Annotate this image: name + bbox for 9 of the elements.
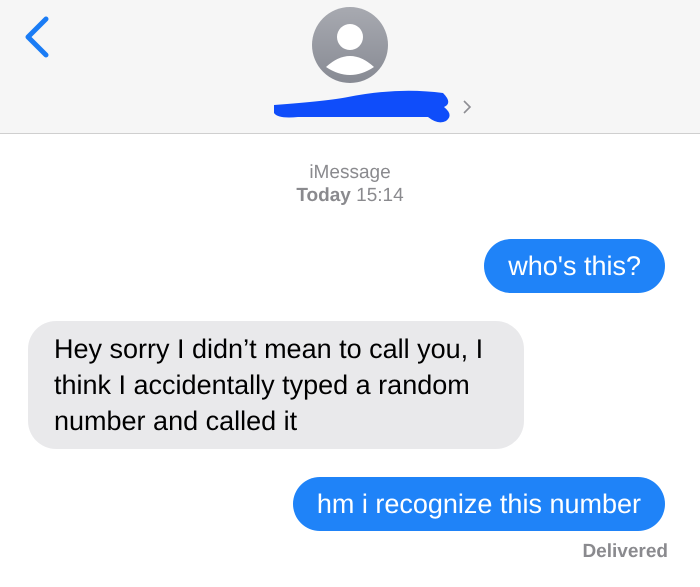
timestamp: Today 15:14 <box>295 184 405 207</box>
chevron-icon[interactable] <box>462 99 472 115</box>
sent-message-bubble: hm i recognize this number <box>292 477 665 531</box>
back-icon[interactable] <box>24 16 50 58</box>
sent-message-bubble: who's this? <box>484 239 665 293</box>
delivered-status: Delivered <box>582 541 668 562</box>
avatar-icon[interactable] <box>312 7 388 83</box>
service-label: iMessage <box>308 161 392 184</box>
received-message-bubble: Hey sorry I didn’t mean to call you, I think I accidentally typed a random number and called it <box>28 321 524 449</box>
